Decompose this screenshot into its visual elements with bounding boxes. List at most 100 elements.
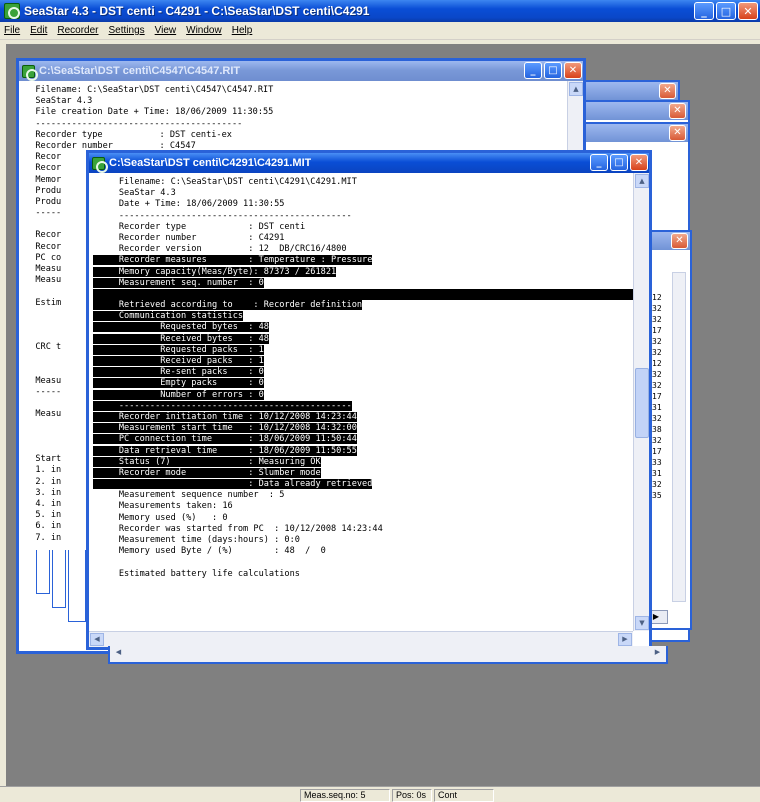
stacked-window-4-scrollbar[interactable] — [672, 272, 686, 602]
front-text-content: Recorder type : DST centi — [93, 221, 306, 232]
front-text-content: Date + Time: 18/06/2009 11:30:55 — [93, 199, 285, 210]
side-number: 38 — [652, 425, 662, 434]
front-window-text: Filename: C:\SeaStar\DST centi\C4291\C42… — [93, 177, 637, 580]
side-number: 32 — [652, 348, 662, 357]
close-icon[interactable]: ✕ — [564, 62, 582, 79]
front-text-content: ----------------------------------------… — [93, 210, 352, 221]
side-number: 32 — [652, 337, 662, 346]
side-number: 32 — [652, 480, 662, 489]
app-titlebar[interactable]: SeaStar 4.3 - DST centi - C4291 - C:\Sea… — [0, 0, 760, 22]
close-icon[interactable]: ✕ — [738, 2, 758, 20]
app-title: SeaStar 4.3 - DST centi - C4291 - C:\Sea… — [24, 4, 370, 18]
scroll-up-icon[interactable]: ▲ — [635, 174, 649, 188]
front-text-content: Measurement seq. number : 0 — [93, 277, 264, 288]
front-text-line: Memory used Byte / (%) : 48 / 0 — [93, 546, 637, 557]
front-text-line: Retrieved according to : Recorder defini… — [93, 300, 637, 311]
front-text-line — [93, 288, 637, 301]
front-text-content: Requested bytes : 48 — [93, 322, 269, 333]
menu-settings[interactable]: Settings — [109, 25, 145, 36]
scroll-up-icon[interactable]: ▲ — [569, 82, 583, 96]
front-text-content: Recorder initiation time : 10/12/2008 14… — [93, 411, 357, 422]
side-number: 33 — [652, 458, 662, 467]
status-position: Pos: 0s — [392, 789, 432, 802]
side-number: 17 — [652, 392, 662, 401]
front-text-line: Measurement sequence number : 5 — [93, 490, 637, 501]
back-window-caption-buttons: _ □ ✕ — [524, 62, 582, 79]
front-text-line: Date + Time: 18/06/2009 11:30:55 — [93, 199, 637, 210]
scroll-down-icon[interactable]: ▼ — [635, 616, 649, 630]
back-text-line: File creation Date + Time: 18/06/2009 11… — [25, 107, 274, 118]
front-text-line: Measurement start time : 10/12/2008 14:3… — [93, 423, 637, 434]
side-number: 32 — [652, 315, 662, 324]
side-number: 35 — [652, 491, 662, 500]
side-number: 31 — [652, 403, 662, 412]
minimize-icon[interactable]: _ — [524, 62, 542, 79]
front-text-content: Memory used Byte / (%) : 48 / 0 — [93, 546, 326, 557]
app-caption-buttons: _ □ ✕ — [694, 2, 758, 20]
front-text-content: PC connection time : 18/06/2009 11:50:44 — [93, 434, 357, 445]
close-icon[interactable]: ✕ — [669, 103, 686, 119]
side-number: 31 — [652, 469, 662, 478]
menu-edit[interactable]: Edit — [30, 25, 47, 36]
back-text-line: Filename: C:\SeaStar\DST centi\C4547\C45… — [25, 85, 274, 95]
front-text-line: Requested packs : 1 — [93, 344, 637, 356]
menu-file[interactable]: File — [4, 25, 20, 36]
front-text-line: Communication statistics — [93, 311, 637, 322]
side-number: 32 — [652, 370, 662, 379]
menu-help[interactable]: Help — [232, 25, 253, 36]
front-text-content: Received bytes : 48 — [93, 333, 269, 344]
front-text-content: Retrieved according to : Recorder defini… — [93, 300, 363, 311]
menu-window[interactable]: Window — [186, 25, 222, 36]
status-seq-number: Meas.seq.no: 5 — [300, 789, 390, 802]
front-text-content: : Data already retrieved — [93, 479, 373, 490]
menu-view[interactable]: View — [155, 25, 177, 36]
front-text-line: SeaStar 4.3 — [93, 188, 637, 199]
front-text-content: Memory capacity(Meas/Byte): 87373 / 2618… — [93, 266, 337, 277]
front-text-line: Memory used (%) : 0 — [93, 513, 637, 524]
maximize-icon[interactable]: □ — [544, 62, 562, 79]
front-text-content: Empty packs : 0 — [93, 378, 264, 389]
close-icon[interactable]: ✕ — [659, 83, 676, 99]
front-text-content: Communication statistics — [93, 311, 244, 322]
minimize-icon[interactable]: _ — [590, 154, 608, 171]
lower-window-hscroll[interactable]: ◀ ▶ — [108, 646, 668, 664]
maximize-icon[interactable]: □ — [716, 2, 736, 20]
document-icon — [22, 64, 38, 81]
front-mit-window[interactable]: C:\SeaStar\DST centi\C4291\C4291.MIT _ □… — [86, 150, 652, 650]
front-text-content: Number of errors : 0 — [93, 389, 264, 400]
menu-recorder[interactable]: Recorder — [57, 25, 98, 36]
front-text-content: Re-sent packs : 0 — [93, 367, 264, 378]
close-icon[interactable]: ✕ — [671, 233, 688, 249]
scroll-right-icon[interactable]: ▶ — [618, 633, 632, 646]
scroll-left-icon[interactable]: ◀ — [112, 648, 125, 660]
front-text-content — [93, 288, 637, 301]
scroll-right-icon[interactable]: ▶ — [651, 648, 664, 660]
front-text-content: ----------------------------------------… — [93, 400, 352, 411]
side-number: 17 — [652, 326, 662, 335]
front-text-line: Number of errors : 0 — [93, 389, 637, 401]
vscroll-thumb[interactable] — [635, 368, 649, 438]
front-window-hscroll[interactable]: ◀ ▶ — [89, 631, 633, 647]
main-application-window: SeaStar 4.3 - DST centi - C4291 - C:\Sea… — [0, 0, 760, 802]
back-window-titlebar[interactable]: C:\SeaStar\DST centi\C4547\C4547.RIT _ □… — [19, 61, 583, 81]
close-icon[interactable]: ✕ — [630, 154, 648, 171]
front-text-line: Received packs : 1 — [93, 356, 637, 367]
side-number-column: 12 32 32 17 32 32 12 32 32 17 31 32 38 32 17 33 31 32 35 — [652, 292, 662, 501]
document-icon — [92, 156, 108, 173]
front-text-line: Empty packs : 0 — [93, 378, 637, 389]
front-window-vscroll[interactable]: ▲ ▼ — [633, 173, 649, 631]
close-icon[interactable]: ✕ — [669, 125, 686, 141]
maximize-icon[interactable]: □ — [610, 154, 628, 171]
seastar-app-icon[interactable] — [4, 3, 20, 19]
side-number: 32 — [652, 414, 662, 423]
front-window-titlebar[interactable]: C:\SeaStar\DST centi\C4291\C4291.MIT _ □… — [89, 153, 649, 173]
scroll-left-icon[interactable]: ◀ — [90, 633, 104, 646]
minimize-icon[interactable]: _ — [694, 2, 714, 20]
front-text-line: Status (7) : Measuring OK — [93, 456, 637, 468]
front-text-content: Estimated battery life calculations — [93, 568, 300, 579]
front-window-title: C:\SeaStar\DST centi\C4291\C4291.MIT — [109, 157, 312, 169]
front-text-line: Re-sent packs : 0 — [93, 367, 637, 378]
cascade-edge-2 — [52, 550, 66, 608]
side-number: 32 — [652, 436, 662, 445]
side-number: 12 — [652, 359, 662, 368]
